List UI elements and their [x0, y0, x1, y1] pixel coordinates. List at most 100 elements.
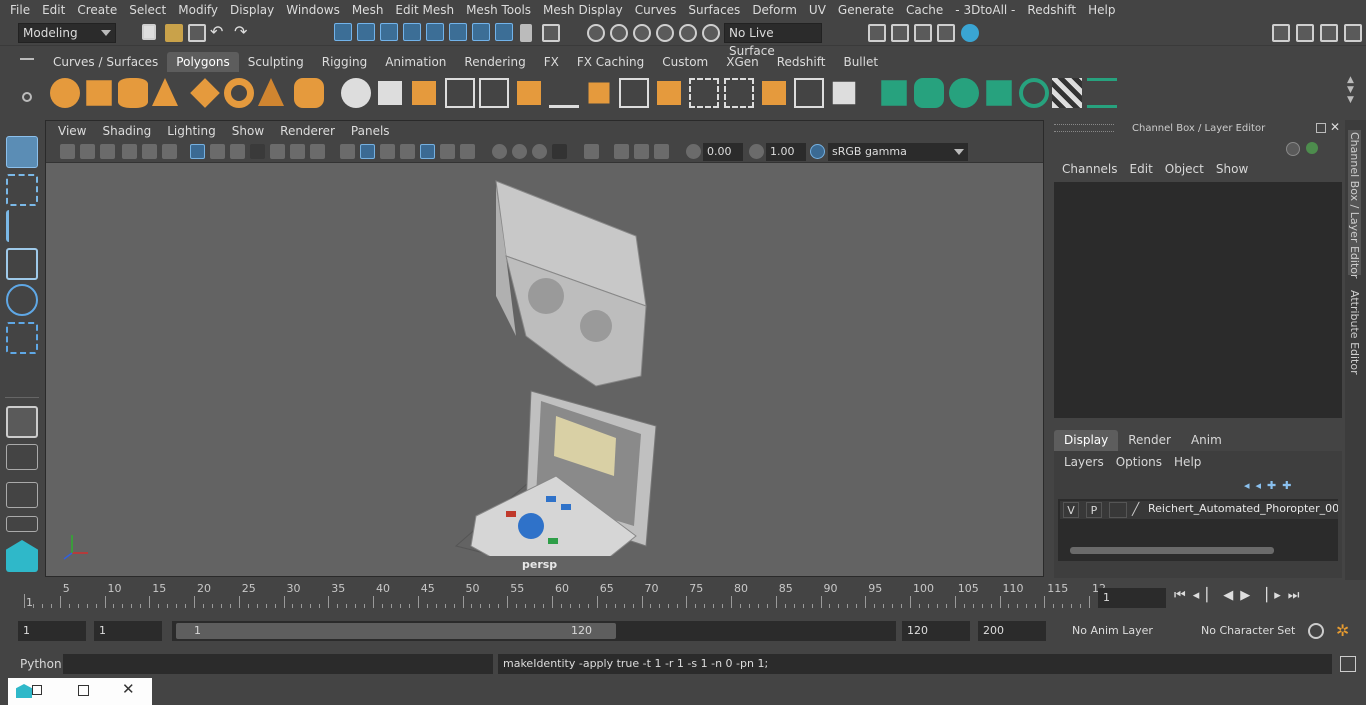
menu-item-redshift[interactable]: Redshift [1021, 3, 1082, 17]
select-by-hierarchy-icon[interactable] [334, 23, 352, 41]
layer-menu-layers[interactable]: Layers [1058, 455, 1110, 469]
new-scene-icon[interactable] [142, 24, 156, 40]
menu-item-surfaces[interactable]: Surfaces [682, 3, 746, 17]
poly-pyramid-icon[interactable] [258, 78, 284, 106]
layer-action-icons[interactable]: ◂◂✚✚ [1244, 479, 1297, 492]
shelf-menu-icon[interactable] [20, 58, 34, 60]
poly-sphere-icon[interactable] [50, 78, 80, 108]
film-gate-icon[interactable] [210, 144, 225, 159]
menu-item-edit-mesh[interactable]: Edit Mesh [389, 3, 460, 17]
layer-playback-toggle[interactable]: P [1086, 502, 1102, 518]
xray-active-components-icon[interactable] [654, 144, 669, 159]
side-tab-attribute-editor[interactable]: Attribute Editor [1348, 290, 1361, 375]
boolean-icon[interactable] [479, 78, 509, 108]
grease-pencil-icon[interactable] [162, 144, 177, 159]
menu-item-generate[interactable]: Generate [832, 3, 900, 17]
viewport-menu-renderer[interactable]: Renderer [272, 124, 343, 138]
end-time-field[interactable]: 200 [978, 621, 1046, 641]
shelf-tab-animation[interactable]: Animation [376, 52, 455, 72]
isolate-select-icon[interactable] [584, 144, 599, 159]
modeling-toolkit-icon[interactable] [1296, 24, 1314, 42]
xray-icon[interactable] [614, 144, 629, 159]
layer-menu-help[interactable]: Help [1168, 455, 1207, 469]
uv-automatic-icon[interactable] [986, 80, 1012, 106]
hypershade-icon[interactable] [961, 24, 979, 42]
viewport-persp[interactable]: View Shading Lighting Show Renderer Panels 0.… [45, 120, 1044, 577]
mirror-icon[interactable] [445, 78, 475, 108]
auto-key-icon[interactable] [1308, 623, 1324, 639]
menu-item-deform[interactable]: Deform [746, 3, 803, 17]
viewport-menu-show[interactable]: Show [224, 124, 272, 138]
menu-item-display[interactable]: Display [224, 3, 280, 17]
color-management-icon[interactable] [810, 144, 825, 159]
outliner-layout-icon[interactable] [6, 516, 38, 532]
render-settings-icon[interactable] [937, 24, 955, 42]
triangulate-icon[interactable] [832, 81, 856, 105]
rotate-tool-icon[interactable] [6, 284, 38, 316]
start-time-field[interactable]: 1 [18, 621, 86, 641]
menu-item-edit[interactable]: Edit [36, 3, 71, 17]
textured-icon[interactable] [420, 144, 435, 159]
channel-box-menu-channels[interactable]: Channels [1056, 162, 1124, 176]
color-space-dropdown[interactable]: sRGB gamma [828, 143, 968, 161]
save-scene-icon[interactable] [188, 24, 206, 42]
maximize-icon[interactable] [78, 685, 89, 696]
fill-hole-icon[interactable] [657, 81, 681, 105]
snap-view-plane-icon[interactable] [656, 24, 674, 42]
last-tool-icon[interactable] [6, 406, 38, 438]
menu-item-cache[interactable]: Cache [900, 3, 949, 17]
scale-tool-icon[interactable] [6, 322, 38, 354]
playback-start-field[interactable]: 1 [94, 621, 162, 641]
select-object-icon[interactable] [380, 23, 398, 41]
select-face-icon[interactable] [449, 23, 467, 41]
character-set-dropdown[interactable]: No Character Set [1196, 621, 1300, 641]
shelf-tab-rendering[interactable]: Rendering [455, 52, 534, 72]
poly-torus-icon[interactable] [224, 78, 254, 108]
current-frame-field[interactable]: 1 [1098, 588, 1166, 608]
uv-editor-icon[interactable] [1087, 78, 1117, 108]
channel-box-icon-1[interactable] [1286, 142, 1300, 156]
channel-box-area[interactable] [1054, 182, 1342, 418]
grid-toggle-icon[interactable] [190, 144, 205, 159]
wireframe-on-shaded-icon[interactable] [400, 144, 415, 159]
menu-item-mesh-display[interactable]: Mesh Display [537, 3, 629, 17]
menu-item-select[interactable]: Select [123, 3, 172, 17]
close-icon[interactable]: ✕ [1330, 120, 1340, 134]
bevel-icon[interactable] [588, 82, 610, 104]
poly-plane-icon[interactable] [190, 78, 220, 108]
panel-grip[interactable] [1054, 124, 1114, 132]
snap-grid-icon[interactable] [587, 24, 605, 42]
gamma-icon[interactable] [749, 144, 764, 159]
use-default-material-icon[interactable] [380, 144, 395, 159]
range-slider[interactable]: 1 120 [172, 621, 896, 641]
screen-space-ao-icon[interactable] [492, 144, 507, 159]
menu-item-windows[interactable]: Windows [280, 3, 346, 17]
layer-name[interactable]: Reichert_Automated_Phoropter_001_ [1148, 502, 1338, 515]
restore-icon[interactable] [32, 685, 42, 695]
redo-icon[interactable]: ↷ [234, 22, 247, 41]
animation-preferences-icon[interactable]: ✲ [1336, 621, 1349, 640]
camera-attributes-icon[interactable] [80, 144, 95, 159]
channel-box-menu-object[interactable]: Object [1159, 162, 1210, 176]
image-plane-icon[interactable] [122, 144, 137, 159]
channel-box-icon-2[interactable] [1306, 142, 1318, 154]
channel-box-menu-show[interactable]: Show [1210, 162, 1254, 176]
exposure-field[interactable]: 0.00 [703, 143, 743, 161]
smooth-shade-icon[interactable] [360, 144, 375, 159]
paint-select-tool-icon[interactable] [6, 210, 38, 242]
separate-icon[interactable] [378, 81, 402, 105]
wireframe-icon[interactable] [340, 144, 355, 159]
uv-cylindrical-icon[interactable] [914, 78, 944, 108]
phoropter-model[interactable] [436, 176, 696, 556]
close-icon[interactable]: ✕ [122, 680, 135, 698]
shelf-tab-polygons[interactable]: Polygons [167, 52, 239, 72]
viewport-menu-panels[interactable]: Panels [343, 124, 398, 138]
shelf-tab-sculpting[interactable]: Sculpting [239, 52, 313, 72]
live-surface-field[interactable]: No Live Surface [724, 23, 822, 58]
2d-pan-zoom-icon[interactable] [142, 144, 157, 159]
shelf-tab-bullet[interactable]: Bullet [834, 52, 887, 72]
lock-icon[interactable] [520, 24, 532, 42]
side-tab-channel-box[interactable]: Channel Box / Layer Editor [1348, 130, 1361, 279]
playback-controls[interactable]: ⏮◂▏◀▶▕▸⏭ [1174, 588, 1306, 603]
render-current-frame-icon[interactable] [891, 24, 909, 42]
